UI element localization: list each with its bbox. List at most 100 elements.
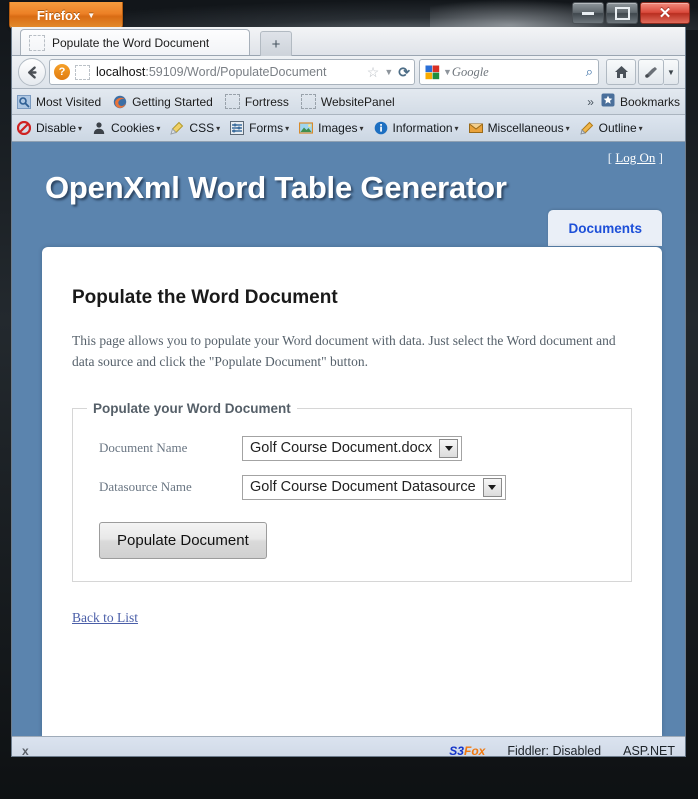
most-visited-icon [17, 94, 31, 109]
document-name-select[interactable]: Golf Course Document.docx [242, 435, 463, 461]
images-icon [299, 121, 314, 135]
dashed-favicon-icon [300, 94, 316, 109]
devbar-item-miscellaneous[interactable]: Miscellaneous ▾ [468, 121, 570, 135]
new-tab-button[interactable]: + [260, 31, 292, 56]
chevron-down-icon: ▾ [78, 123, 83, 133]
window-controls: ✕ [570, 2, 690, 24]
populate-fieldset: Populate your Word Document Document Nam… [72, 400, 632, 582]
restore-button[interactable] [606, 2, 638, 24]
devbar-item-outline[interactable]: Outline ▾ [579, 121, 643, 135]
devbar-item-css[interactable]: CSS ▾ [170, 121, 220, 135]
browser-tab-title: Populate the Word Document [52, 35, 210, 50]
bookmarks-menu-icon [601, 93, 615, 110]
addon-button[interactable] [638, 59, 664, 85]
back-button[interactable] [18, 58, 46, 86]
devbar-item-images[interactable]: Images ▾ [299, 121, 364, 135]
fiddler-status-item[interactable]: Fiddler: Disabled [507, 744, 601, 756]
disable-icon [17, 121, 31, 135]
bookmark-label: Most Visited [36, 94, 102, 109]
chevron-down-icon: ▾ [638, 123, 643, 133]
search-icon[interactable]: ⌕ [586, 64, 593, 80]
bookmarks-overflow-icon[interactable]: » [587, 95, 594, 109]
close-window-button[interactable]: ✕ [640, 2, 690, 24]
devbar-label: Outline [598, 121, 637, 135]
firefox-app-button-label: Firefox [36, 7, 81, 23]
devbar-label: Cookies [111, 121, 155, 135]
document-name-value: Golf Course Document.docx [250, 440, 433, 457]
plus-icon: + [271, 35, 281, 53]
search-input[interactable]: Google [452, 65, 586, 80]
log-on-link[interactable]: Log On [615, 150, 655, 165]
content-heading: Populate the Word Document [72, 287, 338, 308]
web-page: [ Log On ] OpenXml Word Table Generator … [12, 142, 685, 736]
minimize-icon [582, 11, 594, 15]
search-bar[interactable]: ▼ Google ⌕ [419, 59, 599, 85]
minimize-button[interactable] [572, 2, 604, 24]
status-bar: x S3Fox Fiddler: Disabled ASP.NET [12, 736, 685, 757]
url-bar[interactable]: ? localhost:59109/Word/PopulateDocument … [49, 59, 415, 85]
devbar-label: CSS [189, 121, 215, 135]
addon-icon [644, 66, 657, 78]
s3fox-prefix: S3 [449, 744, 464, 757]
logon-bracket-close: ] [658, 150, 663, 165]
browser-window: Firefox ▼ ✕ Populate the Word Document + [0, 0, 698, 799]
aspnet-status-item[interactable]: ASP.NET [623, 744, 675, 756]
back-to-list-link[interactable]: Back to List [72, 610, 138, 626]
tab-strip: Populate the Word Document + [12, 27, 685, 56]
navigation-toolbar: ? localhost:59109/Word/PopulateDocument … [12, 56, 685, 89]
reload-icon[interactable]: ⟳ [398, 64, 410, 81]
populate-document-button[interactable]: Populate Document [99, 521, 267, 559]
bookmark-websitepanel[interactable]: WebsitePanel [300, 94, 395, 109]
bookmark-fortress[interactable]: Fortress [224, 94, 289, 109]
devbar-item-cookies[interactable]: Cookies ▾ [92, 121, 160, 135]
devbar-item-disable[interactable]: Disable ▾ [17, 121, 82, 135]
site-identity-icon[interactable]: ? [54, 64, 70, 80]
miscellaneous-icon [468, 121, 483, 135]
tab-documents[interactable]: Documents [548, 210, 662, 246]
page-title: OpenXml Word Table Generator [45, 170, 507, 205]
status-bar-close-button[interactable]: x [22, 744, 29, 756]
url-text: localhost:59109/Word/PopulateDocument [96, 65, 362, 79]
logon-container: [ Log On ] [608, 150, 663, 166]
bookmark-most-visited[interactable]: Most Visited [17, 94, 102, 109]
dashed-favicon-icon [224, 94, 240, 109]
firefox-app-button[interactable]: Firefox ▼ [9, 2, 123, 29]
google-logo-icon [425, 65, 440, 79]
datasource-name-value: Golf Course Document Datasource [250, 479, 476, 496]
tab-documents-label: Documents [568, 221, 642, 236]
bookmarks-menu-label[interactable]: Bookmarks [620, 95, 680, 109]
css-icon [170, 121, 184, 135]
bookmark-label: Getting Started [132, 94, 213, 109]
bookmark-label: WebsitePanel [320, 94, 395, 109]
devbar-item-forms[interactable]: Forms ▾ [230, 121, 289, 135]
document-name-label: Document Name [99, 440, 188, 456]
bookmarks-toolbar: Most Visited Getting Started Fortress We… [12, 89, 685, 115]
url-host: localhost [96, 65, 146, 79]
status-bar-right-group: S3Fox Fiddler: Disabled ASP.NET [449, 744, 675, 757]
page-favicon-placeholder-icon [75, 64, 90, 80]
chevron-down-icon: ▼ [87, 10, 96, 20]
content-panel: Populate the Word Document This page all… [42, 247, 662, 736]
s3fox-suffix: Fox [463, 744, 486, 757]
chevron-down-icon[interactable] [482, 477, 502, 497]
restore-icon [614, 6, 630, 20]
chevron-down-icon[interactable]: ▼ [384, 67, 393, 77]
browser-chrome: Populate the Word Document + ? localhost… [11, 27, 686, 757]
bookmark-getting-started[interactable]: Getting Started [113, 95, 213, 109]
devbar-label: Disable [36, 121, 77, 135]
firefox-icon [113, 95, 127, 109]
chevron-down-icon[interactable] [439, 438, 459, 458]
close-icon: ✕ [658, 4, 672, 22]
back-arrow-icon [27, 65, 37, 79]
search-engine-chevron-icon[interactable]: ▼ [443, 67, 452, 77]
bookmark-star-icon[interactable]: ☆ [367, 65, 380, 79]
home-button[interactable] [606, 59, 636, 85]
browser-tab[interactable]: Populate the Word Document [20, 29, 250, 55]
devbar-item-information[interactable]: Information ▾ [374, 121, 459, 135]
chevron-down-icon: ▾ [359, 123, 364, 133]
bookmarks-right-group: » Bookmarks [587, 93, 680, 110]
bookmark-label: Fortress [244, 94, 289, 109]
datasource-name-select[interactable]: Golf Course Document Datasource [242, 474, 506, 500]
s3fox-status-item[interactable]: S3Fox [449, 744, 486, 757]
addon-chevron-icon[interactable]: ▼ [664, 59, 679, 85]
